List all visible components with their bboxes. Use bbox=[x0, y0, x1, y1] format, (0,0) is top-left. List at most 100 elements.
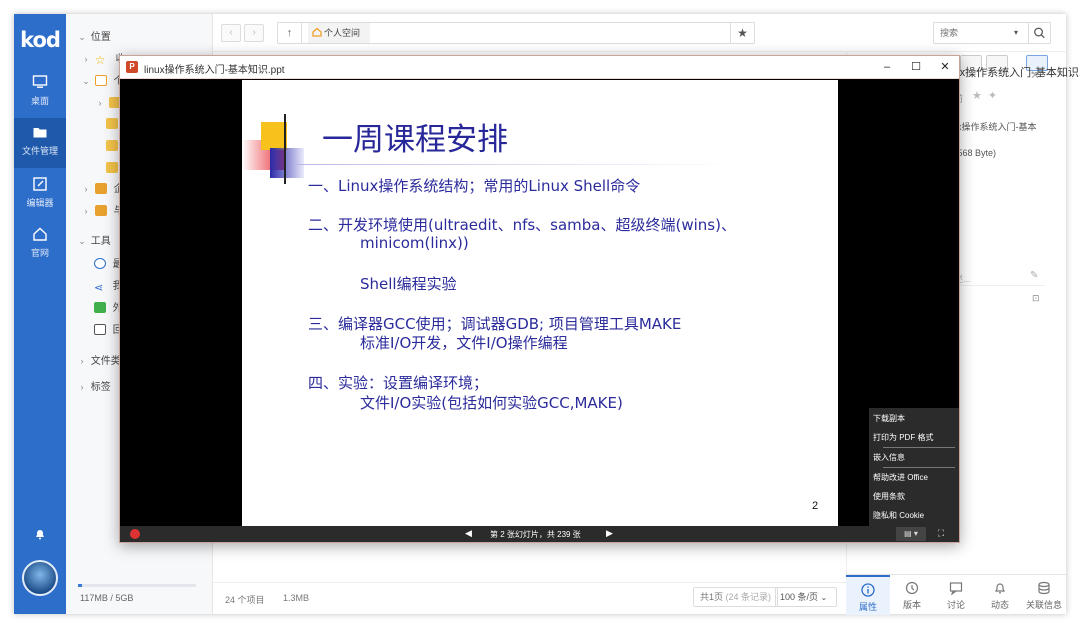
fullscreen-icon[interactable]: ⛶ bbox=[934, 528, 948, 540]
chevron-down-icon: ⌄ bbox=[78, 236, 86, 246]
share-icon: ⋖ bbox=[94, 282, 104, 294]
close-icon[interactable]: ✕ bbox=[1030, 68, 1040, 82]
minimize-button[interactable]: – bbox=[877, 59, 897, 75]
folder-icon bbox=[94, 205, 107, 216]
tree-item-personal[interactable]: ⌄ 个 bbox=[80, 70, 124, 92]
ppt-viewer-window: P linux操作系统入门-基本知识.ppt – ☐ ✕ 一周课程安排 一、Li… bbox=[119, 55, 960, 543]
bookmark-icon[interactable]: ⊡ bbox=[1032, 293, 1040, 304]
viewer-titlebar: P linux操作系统入门-基本知识.ppt – ☐ ✕ bbox=[120, 56, 959, 79]
app-logo: kod bbox=[20, 28, 61, 52]
slide-decoration bbox=[270, 148, 304, 178]
menu-item-feedback[interactable]: 帮助改进 Office bbox=[873, 472, 928, 483]
chevron-right-icon: › bbox=[84, 184, 88, 194]
storage-bar-fill bbox=[78, 584, 82, 587]
tab-label: 属性 bbox=[858, 602, 877, 612]
trash-icon bbox=[94, 324, 106, 335]
notes-menu-icon[interactable]: ▤ ▾ bbox=[896, 527, 926, 541]
tab-discussion[interactable]: 讨论 bbox=[934, 575, 978, 615]
tree-section-filetype[interactable]: › 文件类 bbox=[76, 350, 121, 372]
breadcrumb[interactable]: 个人空间 bbox=[308, 23, 371, 43]
address-bar[interactable]: ↑ 个人空间 ★ bbox=[277, 22, 755, 44]
menu-item-privacy[interactable]: 隐私和 Cookie bbox=[873, 510, 924, 521]
menu-item-terms[interactable]: 使用条款 bbox=[873, 491, 905, 502]
back-button[interactable]: ‹ bbox=[221, 24, 241, 42]
star-icon[interactable]: ★✦ bbox=[972, 89, 1003, 102]
slide-line: 二、开发环境使用(ultraedit、nfs、samba、超级终端(wins)、 bbox=[308, 216, 736, 234]
storage-text: 117MB / 5GB bbox=[80, 593, 134, 603]
close-button[interactable]: ✕ bbox=[935, 59, 955, 75]
folder-icon bbox=[94, 183, 107, 194]
forward-button[interactable]: › bbox=[244, 24, 264, 42]
nav-label-website: 官网 bbox=[30, 248, 49, 258]
tree-label-tags: 标签 bbox=[90, 382, 111, 393]
tab-related-info[interactable]: 关联信息 bbox=[1022, 575, 1066, 615]
monitor-icon bbox=[32, 75, 48, 88]
per-page-select[interactable]: 100 条/页 ⌄ bbox=[775, 587, 837, 607]
nav-item-editor[interactable]: 编辑器 bbox=[14, 170, 66, 220]
tree-label-location: 位置 bbox=[90, 32, 111, 43]
viewer-bottom-bar: ◀ 第 2 张幻灯片，共 239 张 ▶ ▤ ▾ ⛶ bbox=[120, 526, 959, 542]
tree-label-tools: 工具 bbox=[90, 236, 111, 247]
chevron-right-icon: › bbox=[84, 206, 88, 216]
up-arrow-icon[interactable]: ↑ bbox=[278, 23, 302, 43]
nav-item-files[interactable]: 文件管理 bbox=[14, 118, 66, 168]
menu-divider bbox=[883, 467, 955, 468]
slide-number: 2 bbox=[812, 500, 819, 512]
slide-decoration bbox=[284, 114, 286, 184]
database-icon bbox=[1038, 581, 1050, 595]
menu-item-embed[interactable]: 嵌入信息 bbox=[873, 452, 905, 463]
tab-label: 讨论 bbox=[946, 600, 965, 610]
tree-section-location[interactable]: ⌄ 位置 bbox=[76, 26, 111, 48]
history-icon bbox=[905, 581, 919, 595]
next-slide-icon[interactable]: ▶ bbox=[606, 528, 613, 539]
nav-label-files: 文件管理 bbox=[21, 146, 58, 156]
info-icon bbox=[861, 583, 875, 597]
menu-item-download[interactable]: 下载副本 bbox=[873, 413, 905, 424]
star-icon: ☆ bbox=[94, 53, 106, 67]
tab-versions[interactable]: 版本 bbox=[890, 575, 934, 615]
home-icon bbox=[94, 75, 107, 86]
nav-item-website[interactable]: 官网 bbox=[14, 220, 66, 270]
chevron-right-icon: › bbox=[98, 98, 102, 108]
menu-item-print-pdf[interactable]: 打印为 PDF 格式 bbox=[873, 432, 933, 443]
context-menu: 下载副本 打印为 PDF 格式 嵌入信息 帮助改进 Office 使用条款 隐私… bbox=[869, 408, 959, 526]
slide-counter: 第 2 张幻灯片，共 239 张 bbox=[490, 530, 581, 539]
nav-label-editor: 编辑器 bbox=[26, 198, 54, 208]
detail-file-title: inux操作系统入门-基本知识.p bbox=[945, 67, 1080, 79]
tab-properties[interactable]: 属性 bbox=[846, 575, 890, 615]
edit-icon bbox=[33, 177, 47, 191]
slide-line: 标准I/O开发，文件I/O操作编程 bbox=[360, 334, 568, 352]
details-tabs: 属性 版本 讨论 动态 关联信息 bbox=[846, 574, 1066, 615]
breadcrumb-label: 个人空间 bbox=[324, 28, 361, 38]
menu-divider bbox=[883, 447, 955, 448]
avatar[interactable] bbox=[22, 560, 58, 596]
slide-canvas[interactable]: 一周课程安排 一、Linux操作系统结构；常用的Linux Shell命令 二、… bbox=[242, 80, 838, 526]
star-icon[interactable]: ★ bbox=[730, 23, 754, 43]
pencil-icon[interactable]: ✎ bbox=[1030, 270, 1038, 281]
ppt-file-icon: P bbox=[126, 61, 138, 73]
chevron-right-icon: › bbox=[84, 54, 88, 64]
search-icon[interactable] bbox=[1028, 23, 1050, 43]
slide-line: 三、编译器GCC使用；调试器GDB; 项目管理工具MAKE bbox=[308, 315, 682, 333]
tab-activity[interactable]: 动态 bbox=[978, 575, 1022, 615]
tree-section-tools[interactable]: ⌄ 工具 bbox=[76, 230, 111, 252]
maximize-button[interactable]: ☐ bbox=[906, 59, 926, 75]
notification-bell-icon[interactable] bbox=[34, 528, 46, 540]
prev-slide-icon[interactable]: ◀ bbox=[465, 528, 472, 539]
tree-section-tags[interactable]: › 标签 bbox=[76, 376, 111, 398]
slide-line: minicom(linx)) bbox=[360, 234, 469, 252]
chevron-down-icon[interactable]: ▾ bbox=[1014, 28, 1018, 37]
tree-item-shared[interactable]: › 与 bbox=[80, 200, 124, 222]
page-count: 共1页 bbox=[700, 592, 724, 602]
item-count: 24 个项目 bbox=[225, 595, 265, 605]
nav-label-desktop: 桌面 bbox=[30, 96, 49, 106]
search-input[interactable] bbox=[940, 26, 1010, 40]
tree-item-enterprise[interactable]: › 企 bbox=[80, 178, 124, 200]
tab-label: 关联信息 bbox=[1025, 600, 1062, 610]
nav-item-desktop[interactable]: 桌面 bbox=[14, 68, 66, 118]
slide-line: Shell编程实验 bbox=[360, 275, 457, 293]
folder-icon bbox=[33, 128, 47, 138]
page-info: 共1页 (24 条记录) bbox=[693, 587, 779, 607]
clock-icon bbox=[94, 258, 106, 269]
chat-icon bbox=[949, 582, 963, 595]
